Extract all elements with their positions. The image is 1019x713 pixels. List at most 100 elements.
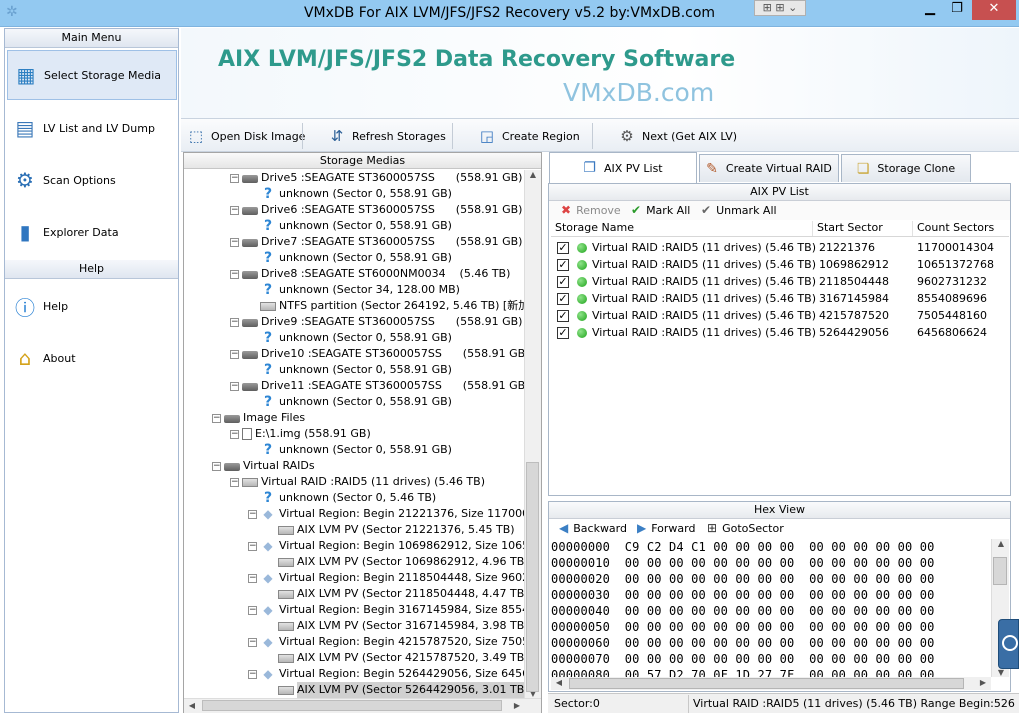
nav-explorer-data[interactable]: ▮ Explorer Data (7, 207, 177, 257)
maximize-button[interactable]: ❐ (944, 0, 970, 20)
pv-table-row[interactable]: ✓ Virtual RAID :RAID5 (11 drives) (5.46 T… (551, 256, 1009, 273)
tree-node[interactable]: − E:\1.img (558.91 GB) (230, 426, 371, 442)
tree-node[interactable]: ? unknown (Sector 0, 558.91 GB) (248, 218, 452, 234)
collapse-toggle-icon[interactable]: − (248, 573, 257, 583)
hex-scroll-thumb[interactable] (993, 557, 1007, 585)
tab-aix-pv-list[interactable]: ❐ AIX PV List (549, 152, 697, 183)
backward-button[interactable]: ◀ Backward (559, 521, 627, 535)
collapse-toggle-icon[interactable]: − (230, 349, 239, 359)
tree-scroll-thumb[interactable] (526, 462, 539, 692)
scroll-right-icon[interactable]: ▶ (509, 701, 525, 710)
collapse-toggle-icon[interactable]: − (248, 605, 257, 615)
col-count-sectors[interactable]: Count Sectors (913, 221, 1009, 236)
tree-node[interactable]: − Drive7 :SEAGATE ST3600057SS (558.91 GB) (230, 234, 522, 250)
pv-table-row[interactable]: ✓ Virtual RAID :RAID5 (11 drives) (5.46 T… (551, 273, 1009, 290)
tree-node[interactable]: AIX LVM PV (Sector 5264429056, 3.01 TB) (266, 682, 524, 698)
tree-node[interactable]: − ◆ Virtual Region: Begin 1069862912, Size… (248, 538, 524, 554)
tree-node[interactable]: ? unknown (Sector 0, 558.91 GB) (248, 186, 452, 202)
tree-node[interactable]: ? unknown (Sector 0, 5.46 TB) (248, 490, 436, 506)
nav-lv-list[interactable]: ▤ LV List and LV Dump (7, 103, 177, 153)
row-checkbox[interactable]: ✓ (557, 292, 569, 305)
tree-node[interactable]: AIX LVM PV (Sector 1069862912, 4.96 TB) (266, 554, 524, 570)
tree-node[interactable]: − ◆ Virtual Region: Begin 5264429056, Size… (248, 666, 524, 682)
nav-select-storage-media[interactable]: ▦ Select Storage Media (7, 50, 177, 100)
scroll-left-icon[interactable]: ◀ (551, 678, 567, 687)
scroll-right-icon[interactable]: ▶ (975, 678, 991, 687)
collapse-toggle-icon[interactable]: − (230, 381, 239, 391)
tree-node[interactable]: − Drive8 :SEAGATE ST6000NM0034 (5.46 TB) (230, 266, 510, 282)
tree-node[interactable]: ? unknown (Sector 34, 128.00 MB) (248, 282, 460, 298)
tree-node[interactable]: AIX LVM PV (Sector 4215787520, 3.49 TB) (266, 650, 524, 666)
tree-horizontal-thumb[interactable] (202, 700, 502, 711)
tree-node[interactable]: − ◆ Virtual Region: Begin 21221376, Size 1… (248, 506, 524, 522)
collapse-toggle-icon[interactable]: − (230, 269, 239, 279)
tree-node[interactable]: ? unknown (Sector 0, 558.91 GB) (248, 362, 452, 378)
tab-create-virtual-raid[interactable]: ✎ Create Virtual RAID (699, 154, 839, 182)
storage-tree[interactable]: − Drive5 :SEAGATE ST3600057SS (558.91 GB)… (184, 170, 524, 698)
next-get-aix-lv-button[interactable]: ⚙ Next (Get AIX LV) (616, 124, 737, 148)
scroll-up-icon[interactable]: ▲ (993, 539, 1009, 548)
minimize-button[interactable]: ▁ (916, 0, 944, 20)
row-checkbox[interactable]: ✓ (557, 241, 569, 254)
tab-storage-clone[interactable]: ❏ Storage Clone (841, 154, 971, 182)
refresh-storages-button[interactable]: ⇵ Refresh Storages (326, 124, 446, 148)
tree-node[interactable]: AIX LVM PV (Sector 2118504448, 4.47 TB) (266, 586, 524, 602)
hex-horizontal-thumb[interactable] (569, 678, 964, 689)
tree-node[interactable]: − Drive5 :SEAGATE ST3600057SS (558.91 GB) (230, 170, 522, 186)
close-button[interactable]: ✕ (972, 0, 1016, 20)
tree-node[interactable]: − Drive9 :SEAGATE ST3600057SS (558.91 GB) (230, 314, 522, 330)
collapse-toggle-icon[interactable]: − (230, 205, 239, 215)
collapse-toggle-icon[interactable]: − (248, 541, 257, 551)
pv-table-row[interactable]: ✓ Virtual RAID :RAID5 (11 drives) (5.46 T… (551, 239, 1009, 256)
collapse-toggle-icon[interactable]: − (248, 669, 257, 679)
collapse-toggle-icon[interactable]: − (248, 637, 257, 647)
nav-scan-options[interactable]: ⚙ Scan Options (7, 155, 177, 205)
tree-node[interactable]: − Drive11 :SEAGATE ST3600057SS (558.91 GB… (230, 378, 524, 394)
scroll-down-icon[interactable]: ▼ (993, 668, 1009, 677)
collapse-toggle-icon[interactable]: − (230, 173, 239, 183)
tree-node[interactable]: − Image Files (212, 410, 305, 426)
tree-node[interactable]: ? unknown (Sector 0, 558.91 GB) (248, 250, 452, 266)
pv-table-row[interactable]: ✓ Virtual RAID :RAID5 (11 drives) (5.46 T… (551, 324, 1009, 341)
hex-dump[interactable]: 00000000 C9 C2 D4 C1 00 00 00 00 00 00 0… (551, 539, 991, 677)
tree-node[interactable]: NTFS partition (Sector 264192, 5.46 TB) … (248, 298, 524, 314)
row-checkbox[interactable]: ✓ (557, 258, 569, 271)
side-gadget-button[interactable] (998, 619, 1019, 669)
goto-sector-button[interactable]: ⊞ GotoSector (707, 521, 784, 535)
tree-node[interactable]: ? unknown (Sector 0, 558.91 GB) (248, 442, 452, 458)
tree-node[interactable]: − Virtual RAID :RAID5 (11 drives) (5.46 T… (230, 474, 485, 490)
mark-all-button[interactable]: ✔ Mark All (631, 203, 690, 217)
tree-node[interactable]: AIX LVM PV (Sector 21221376, 5.45 TB) (266, 522, 515, 538)
create-region-button[interactable]: ◲ Create Region (476, 124, 580, 148)
col-storage-name[interactable]: Storage Name (551, 221, 813, 236)
remove-button[interactable]: ✖ Remove (561, 203, 621, 217)
pv-table-row[interactable]: ✓ Virtual RAID :RAID5 (11 drives) (5.46 T… (551, 290, 1009, 307)
nav-about[interactable]: ⌂ About (7, 333, 177, 383)
tree-node[interactable]: − Virtual RAIDs (212, 458, 315, 474)
title-bar[interactable]: ✲ VMxDB For AIX LVM/JFS/JFS2 Recovery v5… (0, 0, 1019, 27)
pv-table-row[interactable]: ✓ Virtual RAID :RAID5 (11 drives) (5.46 T… (551, 307, 1009, 324)
row-checkbox[interactable]: ✓ (557, 326, 569, 339)
scroll-left-icon[interactable]: ◀ (184, 701, 200, 710)
tree-node[interactable]: ? unknown (Sector 0, 558.91 GB) (248, 330, 452, 346)
collapse-toggle-icon[interactable]: − (230, 477, 239, 487)
collapse-toggle-icon[interactable]: − (230, 237, 239, 247)
collapse-toggle-icon[interactable]: − (230, 429, 239, 439)
scroll-up-icon[interactable]: ▲ (525, 170, 541, 179)
row-checkbox[interactable]: ✓ (557, 275, 569, 288)
open-disk-image-button[interactable]: ⬚ Open Disk Image (185, 124, 306, 148)
nav-help[interactable]: ⓘ Help (7, 281, 177, 331)
tree-node[interactable]: − Drive10 :SEAGATE ST3600057SS (558.91 GB… (230, 346, 524, 362)
snap-layout-hint[interactable]: ⊞ ⊞ ⌄ (754, 0, 806, 16)
tree-node[interactable]: AIX LVM PV (Sector 3167145984, 3.98 TB) (266, 618, 524, 634)
tree-node[interactable]: ? unknown (Sector 0, 558.91 GB) (248, 394, 452, 410)
unmark-all-button[interactable]: ✔ Unmark All (701, 203, 777, 217)
collapse-toggle-icon[interactable]: − (212, 413, 221, 423)
forward-button[interactable]: ▶ Forward (637, 521, 695, 535)
collapse-toggle-icon[interactable]: − (248, 509, 257, 519)
collapse-toggle-icon[interactable]: − (230, 317, 239, 327)
row-checkbox[interactable]: ✓ (557, 309, 569, 322)
tree-node[interactable]: − Drive6 :SEAGATE ST3600057SS (558.91 GB) (230, 202, 522, 218)
col-start-sector[interactable]: Start Sector (813, 221, 913, 236)
tree-node[interactable]: − ◆ Virtual Region: Begin 3167145984, Size… (248, 602, 524, 618)
